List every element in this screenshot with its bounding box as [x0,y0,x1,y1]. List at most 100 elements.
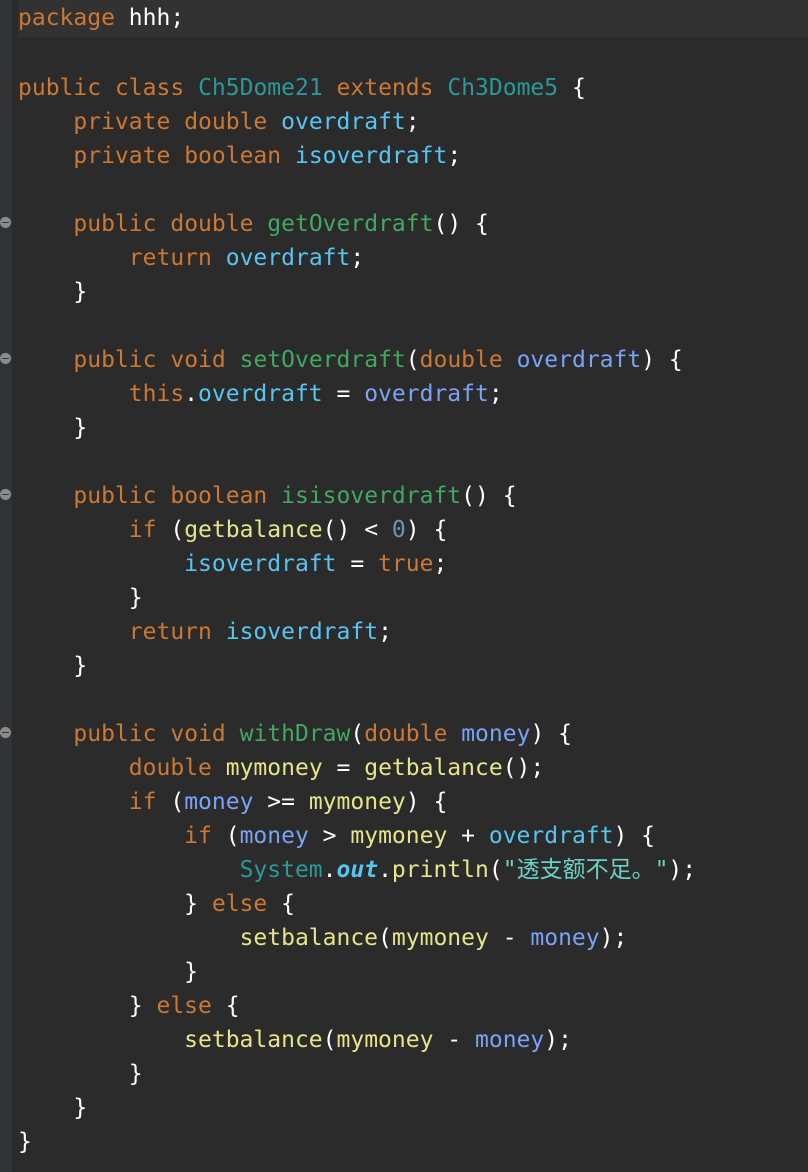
code-editor[interactable]: package hhh; public class Ch5Dome21 exte… [0,0,808,1172]
code-line[interactable]: return isoverdraft; [18,615,808,649]
code-token: true [378,551,434,577]
code-token: overdraft [225,245,351,271]
code-line[interactable]: package hhh; [18,0,808,37]
code-token: println [391,857,489,883]
code-token: ) { [613,823,656,849]
code-token: mymoney [225,755,323,781]
editor-gutter [0,0,12,1172]
code-line[interactable]: setbalance(mymoney - money); [18,1023,808,1057]
code-token: class [114,75,185,101]
fold-marker-icon[interactable] [0,727,11,738]
code-token: } [18,279,88,305]
code-token: else [211,891,268,917]
code-token: money [239,823,309,849]
code-token: void [170,347,226,373]
code-line[interactable] [18,309,808,343]
code-token: money [475,1027,545,1053]
code-token: + [447,823,489,849]
code-line[interactable]: public double getOverdraft() { [0,207,808,241]
code-line[interactable]: } [18,1091,808,1125]
code-token: setOverdraft [239,347,406,373]
code-token: } [18,891,212,917]
fold-marker-icon[interactable] [0,217,11,228]
code-token: getbalance [364,755,503,781]
code-line[interactable]: private double overdraft; [18,105,808,139]
code-token: return [128,245,212,271]
code-line[interactable]: if (money > mymoney + overdraft) { [18,819,808,853]
code-line[interactable]: } [18,1125,808,1159]
code-token: double [364,721,448,747]
code-token: overdraft [198,381,323,407]
code-token: return [128,619,212,645]
code-token: getOverdraft [267,211,434,237]
code-token: { [211,993,240,1019]
code-token: () < [322,517,392,543]
code-token: public [73,483,157,509]
code-line[interactable]: if (getbalance() < 0) { [18,513,808,547]
code-line[interactable]: return overdraft; [18,241,808,275]
code-line[interactable]: private boolean isoverdraft; [18,139,808,173]
code-line[interactable]: System.out.println("透支额不足。"); [18,853,808,887]
code-token: out [336,857,379,883]
code-token: overdraft [364,381,489,407]
code-token: >= [253,789,309,815]
code-line[interactable]: public void setOverdraft(double overdraf… [0,343,808,377]
code-line[interactable]: } [18,275,808,309]
code-line[interactable] [18,173,808,207]
code-line[interactable]: } [18,581,808,615]
code-line[interactable]: public void withDraw(double money) { [0,717,808,751]
code-token: { [267,891,295,917]
code-line[interactable]: double mymoney = getbalance(); [18,751,808,785]
code-line[interactable]: this.overdraft = overdraft; [18,377,808,411]
code-token: ; [378,619,392,645]
code-token: ) { [405,789,448,815]
code-token: setbalance [184,1027,323,1053]
code-line[interactable]: } [18,649,808,683]
fold-marker-icon[interactable] [0,489,11,500]
code-token: hhh; [114,5,185,31]
fold-marker-icon[interactable] [0,353,11,364]
code-token: ( [156,789,185,815]
code-area[interactable]: package hhh; public class Ch5Dome21 exte… [0,0,808,1159]
code-token: ( [488,857,503,883]
code-token: ); [668,857,697,883]
code-token: ); [599,925,628,951]
code-token: } [18,585,143,611]
code-line[interactable]: setbalance(mymoney - money); [18,921,808,955]
code-line[interactable]: } [18,411,808,445]
code-token: mymoney [391,925,489,951]
code-line[interactable]: } else { [18,989,808,1023]
code-line[interactable]: public class Ch5Dome21 extends Ch3Dome5 … [18,71,808,105]
code-line[interactable]: } [18,1057,808,1091]
code-line[interactable] [18,37,808,71]
code-token: = [336,551,379,577]
code-line[interactable]: isoverdraft = true; [18,547,808,581]
code-line[interactable]: public boolean isisoverdraft() { [0,479,808,513]
code-token: isoverdraft [294,143,448,169]
code-line[interactable]: } else { [18,887,808,921]
code-line[interactable]: if (money >= mymoney) { [18,785,808,819]
code-line[interactable] [18,445,808,479]
code-token: = [322,381,365,407]
code-token: ( [322,1027,337,1053]
code-line[interactable]: } [18,955,808,989]
code-token: overdraft [281,109,406,135]
code-token: withDraw [239,721,351,747]
code-token: boolean [170,483,268,509]
code-token: ; [447,143,462,169]
code-token: = [322,755,365,781]
code-token: ; [488,381,503,407]
code-line[interactable] [18,683,808,717]
code-token: public [73,211,157,237]
code-token: } [18,415,88,441]
